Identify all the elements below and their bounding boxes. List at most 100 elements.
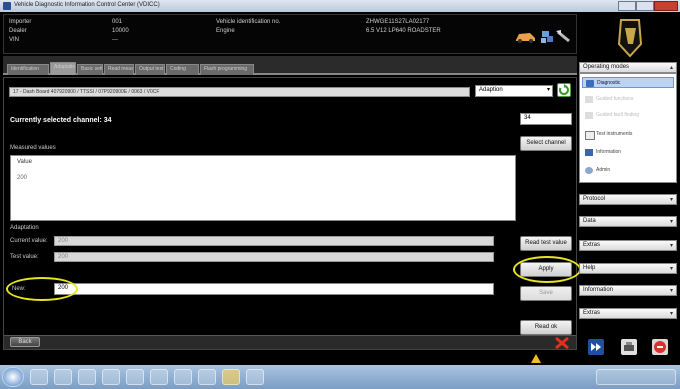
next-button[interactable] <box>588 339 604 355</box>
menu-protocol[interactable]: Protocol ▾ <box>579 194 677 205</box>
control-unit-select[interactable]: 17 - Dash Board 407920900 / TTSSI / 07P9… <box>9 87 470 97</box>
chevron-down-icon: ▾ <box>669 311 673 317</box>
select-channel-button[interactable]: Select channel <box>520 136 572 151</box>
taskbar-excel-icon[interactable] <box>150 369 168 385</box>
menu-data[interactable]: Data ▾ <box>579 216 677 227</box>
guided-functions-icon <box>585 96 593 103</box>
plug-icon <box>556 30 570 43</box>
window-title-bar: Vehicle Diagnostic Information Control C… <box>0 0 680 12</box>
taskbar-media-icon[interactable] <box>78 369 96 385</box>
mode-guided-functions[interactable]: Guided functions <box>582 94 674 105</box>
save-button[interactable]: Save <box>520 286 572 301</box>
car-icon <box>516 33 535 43</box>
taskbar <box>0 365 680 389</box>
current-value-label: Current value: <box>10 238 48 244</box>
diagnostic-icon <box>586 80 594 87</box>
new-value-highlight <box>6 277 78 301</box>
tab-strip: Identification Adaptation Basic setting … <box>3 56 577 75</box>
mode-guided-fault-finding[interactable]: Guided fault finding <box>582 110 674 121</box>
brand-logo <box>581 14 677 60</box>
tab-coding[interactable]: Coding <box>166 64 199 75</box>
admin-icon <box>585 167 593 174</box>
mode-test-instruments[interactable]: Test instruments <box>582 129 674 140</box>
read-test-value-button[interactable]: Read test value <box>520 236 572 251</box>
chevron-down-icon: ▾ <box>669 266 673 272</box>
engine-label: Engine <box>216 28 235 34</box>
start-button[interactable] <box>2 367 24 387</box>
back-button[interactable]: Back <box>10 337 40 347</box>
maximize-button[interactable] <box>636 1 654 11</box>
tab-adaptation[interactable]: Adaptation <box>50 62 76 75</box>
print-icon <box>624 342 634 351</box>
mode-information[interactable]: Information <box>582 147 674 158</box>
chevron-down-icon: ▾ <box>546 87 550 93</box>
mode-select[interactable]: Adaption ▾ <box>475 85 553 97</box>
menu-extras-2[interactable]: Extras ▾ <box>579 308 677 319</box>
stop-icon <box>654 341 666 353</box>
measured-value: 200 <box>17 175 28 181</box>
taskbar-calculator-icon[interactable] <box>198 369 216 385</box>
tab-basic-setting[interactable]: Basic setting <box>77 64 103 75</box>
warning-icon <box>531 354 541 363</box>
print-button[interactable] <box>621 339 637 355</box>
taskbar-app-icon[interactable] <box>126 369 144 385</box>
current-value-field: 200 <box>54 236 494 246</box>
operating-modes-header[interactable]: Operating modes ▴ <box>579 62 677 73</box>
mode-admin[interactable]: Admin <box>582 165 674 176</box>
dealer-value: 10000 <box>112 28 129 34</box>
close-window-button[interactable] <box>654 1 678 11</box>
chevron-down-icon: ▾ <box>669 219 673 225</box>
taskbar-tool-icon[interactable] <box>174 369 192 385</box>
refresh-button[interactable] <box>557 83 571 97</box>
new-value-input[interactable]: 200 <box>54 283 494 295</box>
measured-values-table: Value 200 <box>10 155 516 221</box>
operating-modes-panel: Diagnostic Guided functions Guided fault… <box>579 73 677 183</box>
channel-input[interactable]: 34 <box>520 113 572 125</box>
dealer-label: Dealer <box>9 28 27 34</box>
bottom-toolbar <box>4 335 576 349</box>
vehicle-id-value: ZHWGE11S27LA02177 <box>366 19 430 25</box>
cancel-x-icon[interactable] <box>554 336 570 350</box>
taskbar-chrome-icon[interactable] <box>102 369 120 385</box>
mode-diagnostic[interactable]: Diagnostic <box>582 77 674 88</box>
tab-identification[interactable]: Identification <box>7 64 49 75</box>
menu-help[interactable]: Help ▾ <box>579 263 677 274</box>
test-value-label: Test value: <box>10 254 39 260</box>
current-channel-label: Currently selected channel: 34 <box>10 117 112 124</box>
system-tray <box>596 369 676 385</box>
stop-button[interactable] <box>652 339 668 355</box>
menu-information[interactable]: Information ▾ <box>579 285 677 296</box>
minimize-button[interactable] <box>618 1 636 11</box>
vin-label: VIN <box>9 37 20 43</box>
importer-label: Importer <box>9 19 32 25</box>
refresh-icon <box>558 84 569 95</box>
vehicle-info-header: Importer 001 Dealer 10000 VIN --- Vehicl… <box>3 14 577 54</box>
test-value-field: 200 <box>54 252 494 262</box>
importer-value: 001 <box>112 19 123 25</box>
measured-values-label: Measured values <box>10 145 56 151</box>
vin-value: --- <box>112 37 118 43</box>
taskbar-folder-icon[interactable] <box>54 369 72 385</box>
apply-highlight <box>513 256 581 283</box>
tab-measured-values[interactable]: Read measured values <box>104 64 134 75</box>
read-ok-button[interactable]: Read ok <box>520 320 572 335</box>
app-icon <box>3 2 11 10</box>
taskbar-ie-icon[interactable] <box>30 369 48 385</box>
tab-flash[interactable]: Flash programming <box>200 64 254 75</box>
fault-finding-icon <box>585 112 593 119</box>
connection-status-icons <box>516 30 570 43</box>
main-panel: 17 - Dash Board 407920900 / TTSSI / 07P9… <box>3 77 581 350</box>
taskbar-active-app-icon[interactable] <box>222 369 240 385</box>
adaptation-label: Adaptation <box>10 225 39 231</box>
menu-extras[interactable]: Extras ▾ <box>579 240 677 251</box>
fast-forward-icon <box>591 343 601 351</box>
chevron-down-icon: ▾ <box>669 288 673 294</box>
test-instruments-icon <box>585 131 595 140</box>
window-title: Vehicle Diagnostic Information Control C… <box>14 2 160 8</box>
taskbar-extra-icon[interactable] <box>246 369 264 385</box>
tab-output-test[interactable]: Output test <box>135 64 165 75</box>
operating-modes-label: Operating modes <box>583 64 630 70</box>
chevron-down-icon: ▾ <box>669 197 673 203</box>
chevron-down-icon: ▾ <box>669 243 673 249</box>
information-icon <box>585 149 593 156</box>
